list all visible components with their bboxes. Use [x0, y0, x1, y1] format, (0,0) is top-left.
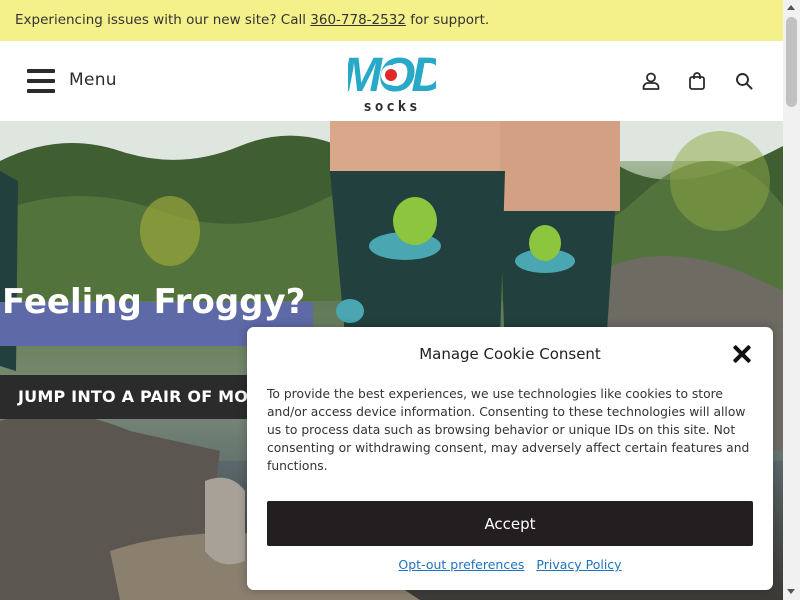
search-icon[interactable]	[734, 71, 754, 91]
announcement-text-after: for support.	[405, 12, 490, 28]
cart-icon[interactable]	[687, 71, 707, 91]
announcement-bar: Experiencing issues with our new site? C…	[0, 0, 783, 41]
scroll-up-arrow-icon[interactable]	[787, 5, 795, 10]
cookie-consent-dialog: Manage Cookie Consent To provide the bes…	[247, 327, 773, 590]
support-phone-link[interactable]: 360-778-2532	[310, 12, 406, 28]
scrollbar-thumb[interactable]	[786, 17, 797, 107]
accept-button[interactable]: Accept	[267, 501, 753, 546]
scroll-down-arrow-icon[interactable]	[787, 589, 795, 594]
privacy-policy-link[interactable]: Privacy Policy	[536, 557, 621, 572]
announcement-text-before: Experiencing issues with our new site? C…	[15, 12, 311, 28]
mod-socks-logo[interactable]: MOD socks	[348, 51, 436, 113]
close-icon[interactable]	[733, 345, 751, 363]
site-header: Menu MOD socks	[0, 41, 783, 121]
logo-wordmark-bottom: socks	[363, 99, 420, 113]
cookie-dialog-links: Opt-out preferences Privacy Policy	[247, 557, 773, 572]
hero-cta-banner[interactable]: JUMP INTO A PAIR OF MOD	[0, 375, 280, 419]
page-scrollbar[interactable]	[783, 0, 800, 600]
account-icon[interactable]	[641, 71, 661, 91]
cookie-dialog-message: To provide the best experiences, we use …	[267, 387, 750, 473]
opt-out-preferences-link[interactable]: Opt-out preferences	[398, 557, 524, 572]
menu-label[interactable]: Menu	[69, 70, 117, 90]
cookie-dialog-title: Manage Cookie Consent	[419, 345, 601, 363]
hamburger-menu-icon[interactable]	[27, 69, 55, 93]
